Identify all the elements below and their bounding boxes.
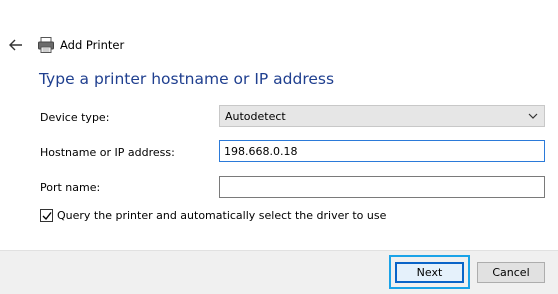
device-type-value: Autodetect xyxy=(225,110,286,123)
chevron-down-icon xyxy=(528,113,538,119)
cancel-button[interactable]: Cancel xyxy=(477,262,545,283)
page-title: Type a printer hostname or IP address xyxy=(39,70,335,88)
footer-bar xyxy=(0,250,558,294)
hostname-label: Hostname or IP address: xyxy=(40,146,175,159)
app-title: Add Printer xyxy=(60,38,125,52)
next-button[interactable]: Next xyxy=(395,262,464,283)
checkmark-icon xyxy=(42,212,52,221)
query-printer-label: Query the printer and automatically sele… xyxy=(57,209,387,222)
back-arrow-icon xyxy=(9,39,22,51)
port-name-input[interactable] xyxy=(219,176,545,198)
device-type-select[interactable]: Autodetect xyxy=(219,105,545,127)
port-name-label: Port name: xyxy=(40,181,101,194)
hostname-input[interactable] xyxy=(219,140,545,162)
back-button[interactable] xyxy=(6,37,26,53)
printer-icon xyxy=(37,36,55,54)
title-bar: Add Printer xyxy=(0,30,558,60)
query-printer-checkbox[interactable] xyxy=(40,209,53,222)
device-type-label: Device type: xyxy=(40,111,110,124)
